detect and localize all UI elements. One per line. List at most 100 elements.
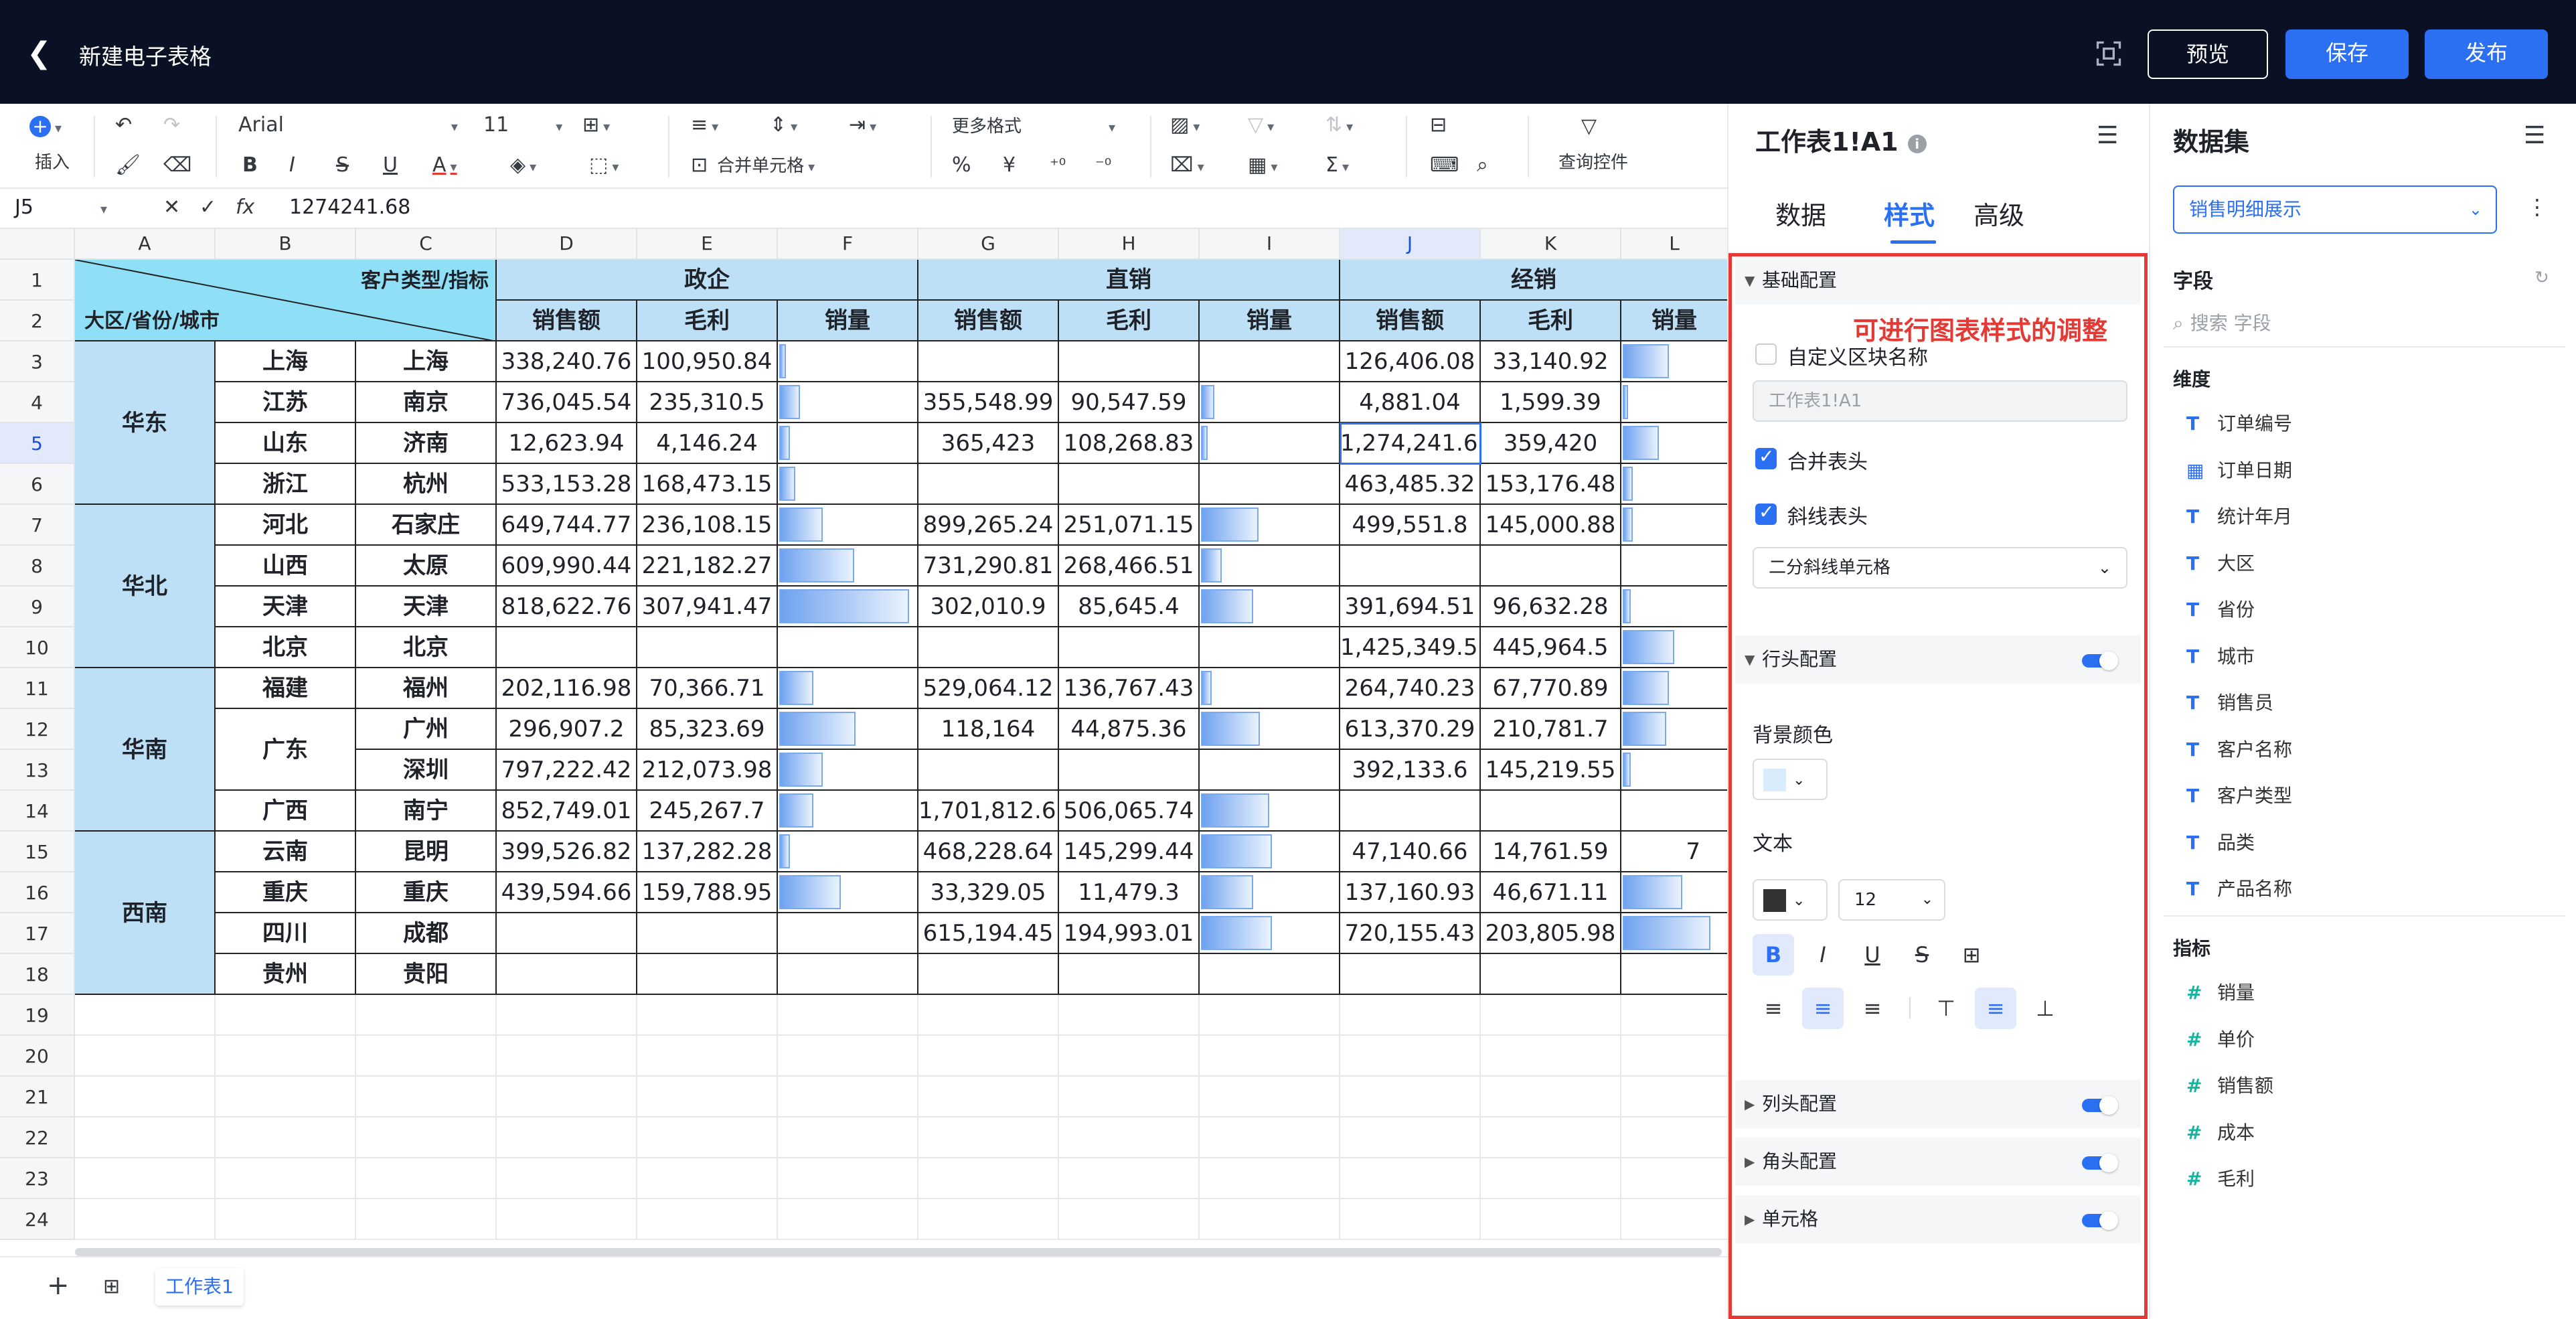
text-wrap-icon[interactable]: ⇥ ▾	[849, 110, 876, 141]
column-header[interactable]: K	[1481, 229, 1621, 260]
data-bar-cell[interactable]	[1200, 872, 1340, 913]
metric-header[interactable]: 销量	[1621, 301, 1727, 341]
merge-cells-button[interactable]: ⊡ 合并单元格 ▾	[691, 151, 815, 181]
empty-cell[interactable]	[497, 1199, 637, 1240]
data-bar-cell[interactable]	[778, 832, 918, 872]
column-header[interactable]: H	[1059, 229, 1200, 260]
empty-cell[interactable]	[1481, 1117, 1621, 1158]
empty-cell[interactable]	[356, 1158, 497, 1199]
row-header[interactable]: 7	[0, 505, 75, 546]
empty-cell[interactable]	[1621, 1036, 1727, 1077]
city-cell[interactable]: 杭州	[356, 464, 497, 505]
data-cell[interactable]: 615,194.45	[918, 913, 1059, 954]
italic-icon[interactable]: I	[289, 151, 295, 180]
data-cell[interactable]: 145,219.55	[1481, 750, 1621, 791]
data-cell[interactable]: 47,140.66	[1340, 832, 1481, 872]
insert-icon[interactable]: + ▾	[29, 112, 62, 143]
data-cell[interactable]: 307,941.47	[637, 587, 778, 627]
empty-cell[interactable]	[1481, 1036, 1621, 1077]
data-cell[interactable]: 194,993.01	[1059, 913, 1200, 954]
empty-cell[interactable]	[918, 1036, 1059, 1077]
strikethrough-icon[interactable]: S	[336, 151, 349, 180]
data-bar-cell[interactable]	[778, 872, 918, 913]
data-bar-cell[interactable]	[778, 341, 918, 382]
row-header[interactable]: 19	[0, 995, 75, 1036]
region-cell[interactable]: 华北	[75, 505, 216, 668]
fx-icon[interactable]: fx	[236, 193, 254, 222]
data-cell[interactable]: 70,366.71	[637, 668, 778, 709]
data-bar-cell[interactable]	[1621, 791, 1727, 832]
empty-cell[interactable]	[1621, 1199, 1727, 1240]
city-cell[interactable]: 广州	[356, 709, 497, 750]
data-cell[interactable]: 44,875.36	[1059, 709, 1200, 750]
empty-cell[interactable]	[637, 995, 778, 1036]
row-header[interactable]: 9	[0, 587, 75, 627]
data-cell[interactable]: 137,282.28	[637, 832, 778, 872]
data-cell[interactable]: 1,599.39	[1481, 382, 1621, 423]
data-bar-cell[interactable]	[778, 709, 918, 750]
data-cell[interactable]: 168,473.15	[637, 464, 778, 505]
data-cell[interactable]: 296,907.2	[497, 709, 637, 750]
row-header[interactable]: 15	[0, 832, 75, 872]
group-header[interactable]: 政企	[497, 260, 918, 301]
row-header[interactable]: 8	[0, 546, 75, 587]
data-bar-cell[interactable]	[1621, 750, 1727, 791]
empty-cell[interactable]	[75, 1077, 216, 1117]
data-cell[interactable]: 468,228.64	[918, 832, 1059, 872]
data-cell[interactable]	[1059, 627, 1200, 668]
empty-cell[interactable]	[778, 1077, 918, 1117]
column-header[interactable]: F	[778, 229, 918, 260]
column-header[interactable]: G	[918, 229, 1059, 260]
empty-cell[interactable]	[1059, 995, 1200, 1036]
data-cell[interactable]: 145,299.44	[1059, 832, 1200, 872]
empty-cell[interactable]	[778, 1036, 918, 1077]
data-bar-cell[interactable]	[778, 587, 918, 627]
empty-cell[interactable]	[1059, 1117, 1200, 1158]
data-cell[interactable]: 445,964.5	[1481, 627, 1621, 668]
data-bar-cell[interactable]	[1200, 750, 1340, 791]
data-cell[interactable]: 731,290.81	[918, 546, 1059, 587]
data-cell[interactable]: 264,740.23	[1340, 668, 1481, 709]
province-cell[interactable]: 四川	[216, 913, 356, 954]
keyboard-icon[interactable]: ⌨	[1430, 151, 1459, 180]
data-cell[interactable]: 108,268.83	[1059, 423, 1200, 464]
empty-cell[interactable]	[356, 1199, 497, 1240]
data-cell[interactable]: 212,073.98	[637, 750, 778, 791]
dataset-menu-icon[interactable]: ☰	[2524, 121, 2545, 151]
empty-cell[interactable]	[1621, 1117, 1727, 1158]
city-cell[interactable]: 北京	[356, 627, 497, 668]
data-cell[interactable]: 14,761.59	[1481, 832, 1621, 872]
data-bar-cell[interactable]	[1200, 587, 1340, 627]
row-header[interactable]: 11	[0, 668, 75, 709]
empty-cell[interactable]	[216, 1158, 356, 1199]
data-cell[interactable]: 338,240.76	[497, 341, 637, 382]
data-cell[interactable]: 202,116.98	[497, 668, 637, 709]
empty-cell[interactable]	[1340, 1077, 1481, 1117]
data-bar-cell[interactable]	[1621, 464, 1727, 505]
data-bar-cell[interactable]	[778, 546, 918, 587]
font-color-icon[interactable]: A ▾	[432, 151, 457, 181]
column-header[interactable]: A	[75, 229, 216, 260]
city-cell[interactable]: 福州	[356, 668, 497, 709]
decimal-decrease-icon[interactable]: ⁻⁰	[1095, 151, 1111, 180]
data-cell[interactable]: 399,526.82	[497, 832, 637, 872]
row-header[interactable]: 2	[0, 301, 75, 341]
tab-data[interactable]: 数据	[1775, 195, 1826, 232]
row-header[interactable]: 23	[0, 1158, 75, 1199]
cell-reference[interactable]: J5 ▾	[15, 196, 107, 219]
empty-cell[interactable]	[1200, 1117, 1340, 1158]
province-cell[interactable]: 福建	[216, 668, 356, 709]
measure-field[interactable]: # 成本	[2186, 1118, 2255, 1145]
data-bar-cell[interactable]	[1621, 587, 1727, 627]
data-bar-cell[interactable]	[1621, 382, 1727, 423]
metric-header[interactable]: 毛利	[1059, 301, 1200, 341]
data-cell[interactable]	[497, 627, 637, 668]
search-icon[interactable]: ⌕	[1477, 151, 1488, 180]
freeze-icon[interactable]: ⊟	[1430, 110, 1447, 140]
data-cell[interactable]: 235,310.5	[637, 382, 778, 423]
data-cell[interactable]: 529,064.12	[918, 668, 1059, 709]
data-cell[interactable]: 203,805.98	[1481, 913, 1621, 954]
data-cell[interactable]: 136,767.43	[1059, 668, 1200, 709]
clear-format-icon[interactable]: ⌫	[163, 151, 191, 180]
column-header[interactable]: B	[216, 229, 356, 260]
